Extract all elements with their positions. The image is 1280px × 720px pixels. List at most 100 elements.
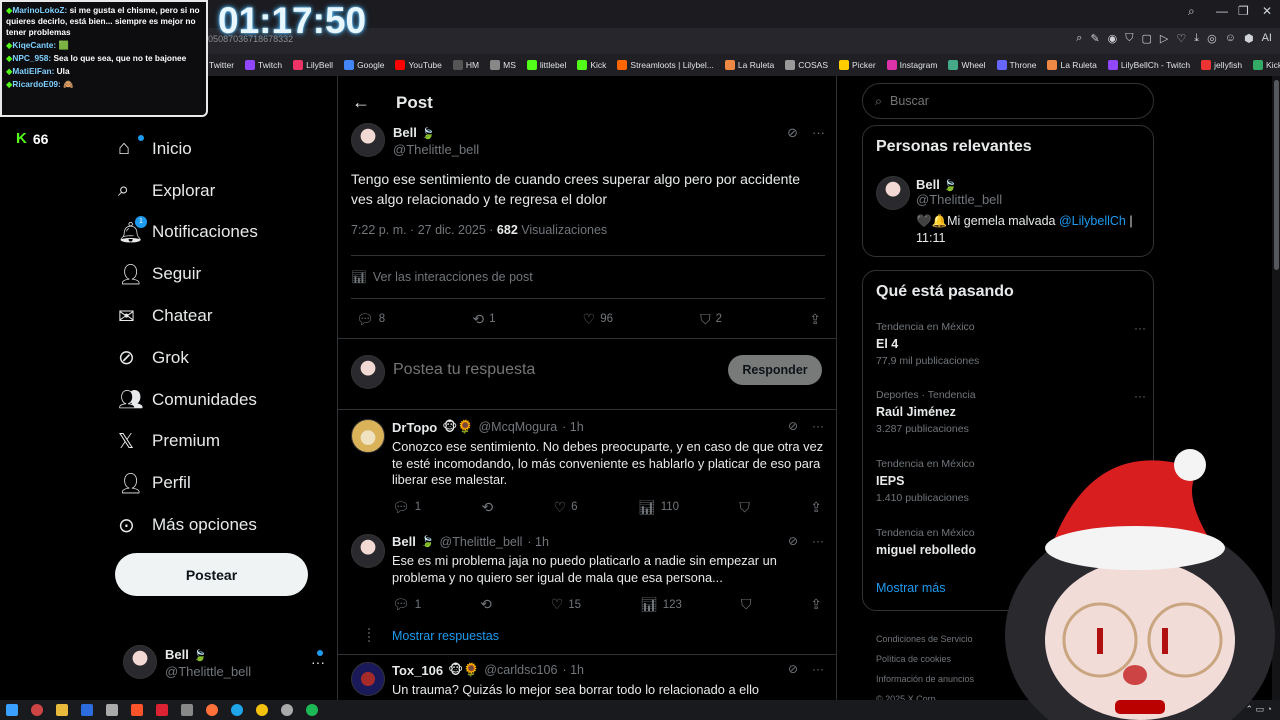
repost-action[interactable]: ⟲ [482, 499, 494, 516]
avatar[interactable] [351, 662, 385, 696]
author-name[interactable]: Tox_106 [392, 663, 443, 678]
like-action[interactable]: ♡ 6 [554, 499, 578, 516]
minimize-icon[interactable]: — [1216, 4, 1228, 18]
edit-icon[interactable]: ✎ [1090, 32, 1099, 45]
bookmark-item[interactable]: LilyBell [293, 60, 333, 70]
show-replies-link[interactable]: Mostrar respuestas [392, 629, 499, 643]
bookmark-item[interactable]: MS [490, 60, 516, 70]
views-action[interactable]: 📊︎ 110 [638, 499, 679, 516]
bookmark-item[interactable]: Throne [996, 60, 1036, 70]
like-action[interactable]: ♡ 15 [551, 596, 581, 613]
chrome-icon[interactable] [256, 704, 268, 716]
extension-icon[interactable]: ⬢ [1244, 32, 1254, 45]
bookmark-action[interactable]: ⛉ [741, 596, 752, 613]
share-action[interactable]: ⇪ [810, 499, 822, 516]
brave-icon[interactable] [131, 704, 143, 716]
more-icon[interactable]: ··· [1134, 321, 1146, 335]
bookmark-item[interactable]: Kick [577, 60, 606, 70]
reply-action[interactable]: 💬︎ 1 [392, 499, 421, 516]
maximize-icon[interactable]: ❐ [1238, 4, 1249, 18]
footer-link[interactable]: Información de anuncios [876, 669, 1016, 689]
play-icon[interactable]: ▷ [1160, 32, 1168, 45]
avatar[interactable] [351, 534, 385, 568]
bookmark-item[interactable]: YouTube [395, 60, 442, 70]
obs-icon[interactable] [156, 704, 168, 716]
camera2-icon[interactable]: ◎ [1207, 32, 1217, 45]
author-handle[interactable]: @McqMogura [478, 420, 557, 434]
ai-icon[interactable]: AI [1262, 32, 1272, 45]
bookmark-item[interactable]: Google [344, 60, 384, 70]
grok-icon[interactable]: ⊘ [787, 125, 798, 141]
app-icon[interactable] [81, 704, 93, 716]
author-name[interactable]: Bell [393, 125, 417, 140]
bookmark-item[interactable]: Kicklet [1253, 60, 1280, 70]
reply-button[interactable]: Responder [728, 355, 822, 385]
sidebar-item-chatear[interactable]: ✉ Chatear [118, 295, 338, 337]
bookmark-item[interactable]: Instagram [886, 60, 937, 70]
sidebar-icon[interactable]: ▢ [1142, 32, 1152, 45]
grok-icon[interactable]: ⊘ [788, 419, 798, 433]
app-icon[interactable] [106, 704, 118, 716]
bookmark-item[interactable]: Wheel [948, 60, 986, 70]
author-name[interactable]: Bell [392, 534, 416, 549]
sidebar-item-grok[interactable]: ⊘ Grok [118, 337, 338, 379]
shield-icon[interactable]: ⛉ [1125, 32, 1133, 45]
grok-icon[interactable]: ⊘ [788, 534, 798, 548]
bookmark-item[interactable]: La Ruleta [1047, 60, 1097, 70]
sidebar-item-notificaciones[interactable]: 🔔︎ 1 Notificaciones [118, 212, 338, 254]
sidebar-item-inicio[interactable]: ⌂ Inicio [118, 128, 338, 170]
download-icon[interactable]: ⤓ [1194, 32, 1199, 45]
views-action[interactable]: 📊︎ 123 [640, 596, 682, 613]
heart-icon[interactable]: ♡ [1176, 32, 1186, 45]
avatar[interactable] [351, 123, 385, 157]
search-box[interactable]: ⌕ [862, 83, 1154, 119]
bookmark-action[interactable]: ⛉ 2 [700, 311, 722, 328]
show-more-link[interactable]: Mostrar más [876, 581, 945, 595]
spotify-icon[interactable] [306, 704, 318, 716]
more-icon[interactable]: ··· [812, 662, 824, 676]
sidebar-item-comunidades[interactable]: 👥︎ Comunidades [118, 379, 338, 421]
reply-input[interactable] [393, 361, 693, 379]
app-icon[interactable] [31, 704, 43, 716]
more-icon[interactable]: ··· [812, 419, 824, 433]
post-button[interactable]: Postear [115, 553, 308, 596]
share-action[interactable]: ⇪ [809, 311, 821, 328]
bio-mention-link[interactable]: @LilybellCh [1059, 214, 1126, 228]
sidebar-item-explorar[interactable]: ⌕ Explorar [118, 170, 338, 212]
grok-icon[interactable]: ⊘ [788, 662, 798, 676]
more-icon[interactable]: ··· [311, 654, 325, 670]
avatar[interactable] [876, 176, 910, 210]
bookmark-item[interactable]: HM [452, 60, 479, 70]
bookmark-item[interactable]: jellyfish [1201, 60, 1242, 70]
footer-link[interactable]: Condiciones de Servicio [876, 629, 1016, 649]
more-icon[interactable]: ··· [1134, 389, 1146, 403]
author-handle[interactable]: @Thelittle_bell [440, 535, 523, 549]
back-arrow-icon[interactable]: ← [352, 92, 370, 113]
reply-time[interactable]: · 1h [562, 663, 584, 677]
search-icon[interactable]: ⌕ [1188, 4, 1195, 19]
bookmark-item[interactable]: Streamloots | Lilybel... [617, 60, 714, 70]
bookmark-item[interactable]: Picker [839, 60, 876, 70]
author-handle[interactable]: @carldsc106 [484, 663, 557, 677]
trend-item[interactable]: Deportes · Tendencia Raúl Jiménez 3.287 pu… [876, 389, 1146, 435]
scrollbar-thumb[interactable] [1274, 80, 1279, 270]
post-interactions-link[interactable]: 📊︎ Ver las interacciones de post [351, 255, 825, 299]
folder-icon[interactable] [56, 704, 68, 716]
search-input[interactable] [890, 94, 1131, 108]
reply-action[interactable]: 💬︎ 1 [392, 596, 421, 613]
app-icon[interactable] [181, 704, 193, 716]
avatar[interactable] [351, 419, 385, 453]
profile-icon[interactable]: ☺ [1225, 32, 1236, 45]
sidebar-item-perfil[interactable]: 👤︎ Perfil [118, 462, 338, 504]
author-handle[interactable]: @Thelittle_bell [916, 192, 1151, 207]
zoom-icon[interactable]: ⌕ [1076, 32, 1082, 45]
reply-time[interactable]: · 1h [527, 535, 549, 549]
start-icon[interactable] [6, 704, 18, 716]
repost-action[interactable]: ⟲ 1 [472, 311, 495, 328]
bookmark-item[interactable]: COSAS [785, 60, 828, 70]
close-icon[interactable]: ✕ [1262, 4, 1272, 18]
reply-time[interactable]: · 1h [562, 420, 584, 434]
sidebar-item-premium[interactable]: 𝕏 Premium [118, 421, 338, 463]
trend-item[interactable]: Tendencia en México El 4 77,9 mil publicac… [876, 321, 1146, 367]
sidebar-item-más-opciones[interactable]: ⊙ Más opciones [118, 504, 338, 546]
